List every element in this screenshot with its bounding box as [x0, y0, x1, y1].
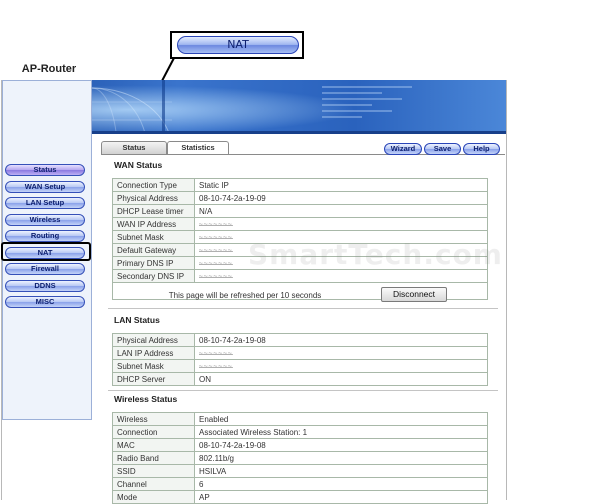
- row-label: Radio Band: [112, 451, 195, 465]
- row-value: ON: [194, 372, 488, 386]
- tab-statistics[interactable]: Statistics: [167, 141, 229, 155]
- table-row: Physical Address 08-10-74-2a-19-09: [112, 191, 488, 205]
- table-row: Secondary DNS IP ≈≈≈≈≈≈≈: [112, 269, 488, 283]
- table-row: WAN IP Address ≈≈≈≈≈≈≈: [112, 217, 488, 231]
- row-label: Default Gateway: [112, 243, 195, 257]
- nav-status-button[interactable]: Status: [5, 164, 85, 176]
- redacted-value: ≈≈≈≈≈≈≈: [194, 359, 488, 373]
- row-label: Primary DNS IP: [112, 256, 195, 270]
- redacted-value: ≈≈≈≈≈≈≈: [194, 346, 488, 360]
- row-value: N/A: [194, 204, 488, 218]
- table-row: LAN IP Address ≈≈≈≈≈≈≈: [112, 346, 488, 360]
- tab-status[interactable]: Status: [101, 141, 167, 155]
- row-label: LAN IP Address: [112, 346, 195, 360]
- save-button[interactable]: Save: [424, 143, 461, 155]
- redacted-value: ≈≈≈≈≈≈≈: [194, 217, 488, 231]
- nav-lan-setup-button[interactable]: LAN Setup: [5, 197, 85, 209]
- row-label: Wireless: [112, 412, 195, 426]
- row-label: Channel: [112, 477, 195, 491]
- redacted-value: ≈≈≈≈≈≈≈: [194, 256, 488, 270]
- nav-ddns-button[interactable]: DDNS: [5, 280, 85, 292]
- wireless-status-table: Wireless Enabled Connection Associated Wire…: [112, 412, 488, 504]
- table-row: Radio Band 802.11b/g: [112, 451, 488, 465]
- row-label: Secondary DNS IP: [112, 269, 195, 283]
- lan-status-table: Physical Address 08-10-74-2a-19-08 LAN IP …: [112, 333, 488, 386]
- table-row: Connection Associated Wireless Station: 1: [112, 425, 488, 439]
- row-label: MAC: [112, 438, 195, 452]
- redacted-value: ≈≈≈≈≈≈≈: [194, 243, 488, 257]
- table-row: Physical Address 08-10-74-2a-19-08: [112, 333, 488, 347]
- nav-misc-button[interactable]: MISC: [5, 296, 85, 308]
- row-label: DHCP Server: [112, 372, 195, 386]
- row-label: Mode: [112, 490, 195, 504]
- row-value: Static IP: [194, 178, 488, 192]
- nav-routing-button[interactable]: Routing: [5, 230, 85, 242]
- section-divider: [108, 308, 498, 309]
- row-label: Subnet Mask: [112, 230, 195, 244]
- blurred-mask: ≈≈≈≈≈≈≈: [199, 247, 233, 255]
- row-value: 6: [194, 477, 488, 491]
- row-label: WAN IP Address: [112, 217, 195, 231]
- callout-label-box: NAT: [170, 31, 304, 59]
- wizard-button[interactable]: Wizard: [384, 143, 422, 155]
- app-title: AP-Router: [21, 63, 77, 75]
- row-value: 08-10-74-2a-19-08: [194, 333, 488, 347]
- wan-status-heading: WAN Status: [114, 160, 163, 170]
- row-label: Physical Address: [112, 333, 195, 347]
- table-row: Primary DNS IP ≈≈≈≈≈≈≈: [112, 256, 488, 270]
- section-divider: [108, 390, 498, 391]
- refresh-note: This page will be refreshed per 10 secon…: [168, 291, 322, 300]
- blurred-mask: ≈≈≈≈≈≈≈: [199, 273, 233, 281]
- row-label: Subnet Mask: [112, 359, 195, 373]
- lan-status-heading: LAN Status: [114, 315, 160, 325]
- row-label: DHCP Lease timer: [112, 204, 195, 218]
- table-row: DHCP Lease timer N/A: [112, 204, 488, 218]
- table-row: Connection Type Static IP: [112, 178, 488, 192]
- table-row: DHCP Server ON: [112, 372, 488, 386]
- row-value: Enabled: [194, 412, 488, 426]
- row-value: 08-10-74-2a-19-09: [194, 191, 488, 205]
- row-value: HSILVA: [194, 464, 488, 478]
- redacted-value: ≈≈≈≈≈≈≈: [194, 230, 488, 244]
- callout-nat-pill: NAT: [177, 36, 299, 54]
- row-label: Connection Type: [112, 178, 195, 192]
- row-label: Connection: [112, 425, 195, 439]
- disconnect-button[interactable]: Disconnect: [381, 287, 447, 302]
- row-value: 08-10-74-2a-19-08: [194, 438, 488, 452]
- blurred-mask: ≈≈≈≈≈≈≈: [199, 260, 233, 268]
- nav-firewall-button[interactable]: Firewall: [5, 263, 85, 275]
- table-row: SSID HSILVA: [112, 464, 488, 478]
- row-label: SSID: [112, 464, 195, 478]
- nav-wan-setup-button[interactable]: WAN Setup: [5, 181, 85, 193]
- blurred-mask: ≈≈≈≈≈≈≈: [199, 350, 233, 358]
- row-value: Associated Wireless Station: 1: [194, 425, 488, 439]
- wireless-status-heading: Wireless Status: [114, 394, 178, 404]
- table-row: MAC 08-10-74-2a-19-08: [112, 438, 488, 452]
- table-row: Channel 6: [112, 477, 488, 491]
- help-button[interactable]: Help: [463, 143, 500, 155]
- redacted-value: ≈≈≈≈≈≈≈: [194, 269, 488, 283]
- blurred-mask: ≈≈≈≈≈≈≈: [199, 221, 233, 229]
- table-row: Wireless Enabled: [112, 412, 488, 426]
- row-value: AP: [194, 490, 488, 504]
- blurred-mask: ≈≈≈≈≈≈≈: [199, 234, 233, 242]
- blurred-mask: ≈≈≈≈≈≈≈: [199, 363, 233, 371]
- row-label: Physical Address: [112, 191, 195, 205]
- table-row: Subnet Mask ≈≈≈≈≈≈≈: [112, 359, 488, 373]
- table-row: Mode AP: [112, 490, 488, 504]
- row-value: 802.11b/g: [194, 451, 488, 465]
- nav-wireless-button[interactable]: Wireless: [5, 214, 85, 226]
- wan-status-table: Connection Type Static IP Physical Address…: [112, 178, 488, 300]
- table-row: Default Gateway ≈≈≈≈≈≈≈: [112, 243, 488, 257]
- table-row: Subnet Mask ≈≈≈≈≈≈≈: [112, 230, 488, 244]
- nav-highlight-frame: [1, 242, 91, 261]
